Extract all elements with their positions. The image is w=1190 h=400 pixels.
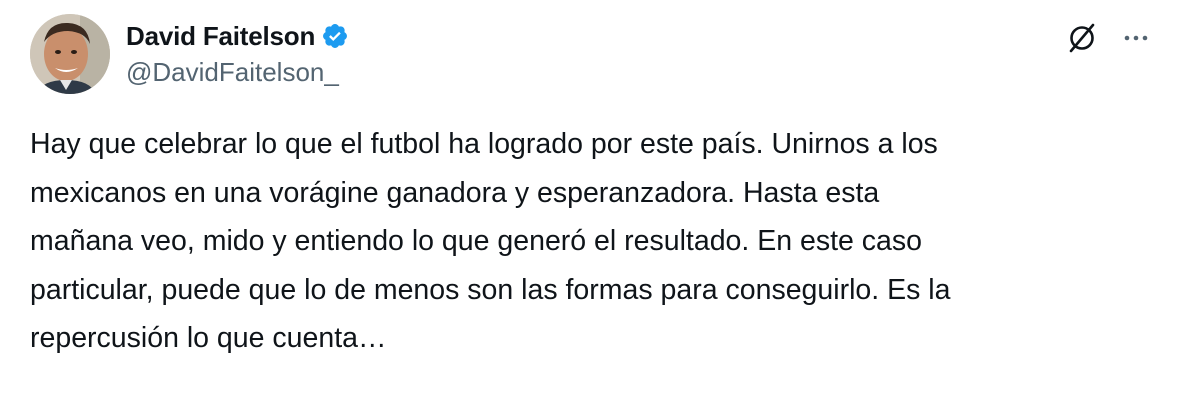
tweet-text-line: mañana veo, mido y entiendo lo que gener… [30,225,923,257]
avatar-image [30,14,110,94]
author-display-name[interactable]: David Faitelson [126,21,315,52]
tweet-text-line: particular, puede que lo de menos son la… [30,273,951,306]
grok-slash-icon[interactable] [1064,20,1100,56]
tweet-text-line: Hay que celebrar lo que el futbol ha log… [30,128,938,160]
tweet-text: Hay que celebrar lo que el futbol ha log… [30,120,1160,363]
avatar[interactable] [30,14,110,94]
author-name-row[interactable]: David Faitelson [126,19,349,53]
verified-badge-icon[interactable] [321,22,349,50]
more-dots-icon[interactable] [1118,20,1154,56]
tweet-text-line: repercusión lo que cuenta… [30,322,387,354]
tweet-top-actions [1064,20,1154,56]
tweet-text-line: mexicanos en una vorágine ganadora y esp… [30,176,880,209]
author-handle[interactable]: @DavidFaitelson_ [126,57,339,88]
